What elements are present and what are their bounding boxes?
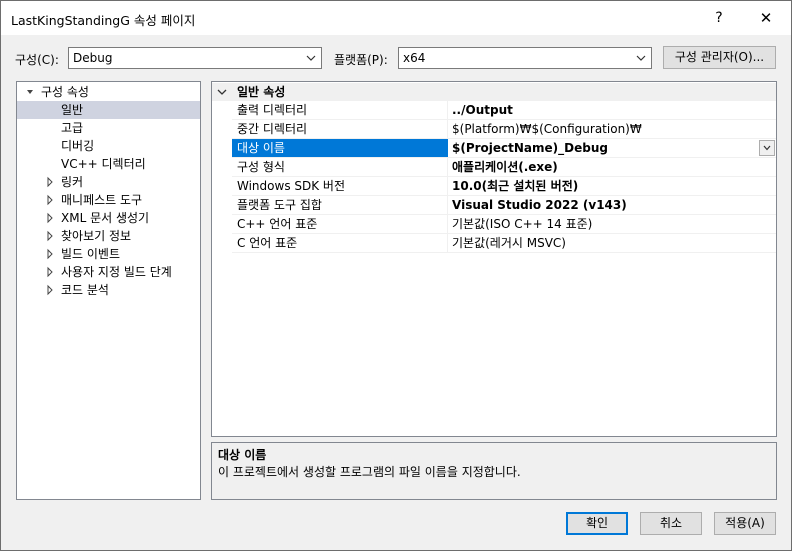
property-name: 플랫폼 도구 집합 <box>237 198 322 212</box>
tree-item-general[interactable]: 일반 <box>17 101 200 119</box>
config-combo[interactable]: Debug <box>68 47 322 69</box>
tree-item-xml-doc-generator[interactable]: XML 문서 생성기 <box>17 209 200 227</box>
window-title: LastKingStandingG 속성 페이지 <box>11 13 196 28</box>
grid-row-cpp-standard[interactable]: C++ 언어 표준 기본값(ISO C++ 14 표준) <box>232 215 776 234</box>
tree-item-label: 빌드 이벤트 <box>61 247 121 261</box>
grid-row-platform-toolset[interactable]: 플랫폼 도구 집합 Visual Studio 2022 (v143) <box>232 196 776 215</box>
tree-item-label: 일반 <box>61 103 84 117</box>
property-name: 출력 디렉터리 <box>237 103 308 117</box>
property-value: $(ProjectName)_Debug <box>452 141 608 155</box>
property-value: 기본값(레거시 MSVC) <box>452 236 566 250</box>
tree-item-label: XML 문서 생성기 <box>61 211 150 225</box>
tree-item-label: 디버깅 <box>61 139 95 153</box>
tree-item-label: 고급 <box>61 121 84 135</box>
description-title: 대상 이름 <box>218 448 267 462</box>
tree-root-config-properties[interactable]: 구성 속성 <box>17 83 200 101</box>
grid-category-label: 일반 속성 <box>237 85 286 99</box>
tree-item-label: 코드 분석 <box>61 283 109 297</box>
tree-item-label: 매니페스트 도구 <box>61 193 143 207</box>
grid-row-windows-sdk[interactable]: Windows SDK 버전 10.0(최근 설치된 버전) <box>232 177 776 196</box>
tree-item-advanced[interactable]: 고급 <box>17 119 200 137</box>
collapsed-triangle-icon[interactable] <box>45 281 55 299</box>
property-name: C 언어 표준 <box>237 236 298 250</box>
property-name: C++ 언어 표준 <box>237 217 318 231</box>
tree-item-label: 링커 <box>61 175 84 189</box>
column-divider <box>447 101 448 120</box>
column-divider <box>447 196 448 215</box>
property-value-editor[interactable]: $(ProjectName)_Debug <box>448 139 776 157</box>
tree-item-label: 찾아보기 정보 <box>61 229 132 243</box>
property-name: Windows SDK 버전 <box>237 179 346 193</box>
description-panel: 대상 이름 이 프로젝트에서 생성할 프로그램의 파일 이름을 지정합니다. <box>211 442 777 500</box>
platform-value: x64 <box>403 51 426 65</box>
description-text: 이 프로젝트에서 생성할 프로그램의 파일 이름을 지정합니다. <box>218 465 521 479</box>
expanded-triangle-icon[interactable] <box>25 83 35 101</box>
column-divider <box>447 234 448 253</box>
property-grid: 일반 속성 출력 디렉터리 ../Output 중간 디렉터리 $(Platfo… <box>211 81 777 437</box>
property-name: 중간 디렉터리 <box>237 122 308 136</box>
column-divider <box>447 177 448 196</box>
config-manager-button[interactable]: 구성 관리자(O)... <box>663 46 776 69</box>
collapsed-triangle-icon[interactable] <box>45 227 55 245</box>
property-name: 구성 형식 <box>237 160 285 174</box>
property-tree: 구성 속성 일반 고급 디버깅 VC++ 디렉터리 링커 매니페스트 도구 XM… <box>16 81 201 500</box>
tree-item-debugging[interactable]: 디버깅 <box>17 137 200 155</box>
tree-item-code-analysis[interactable]: 코드 분석 <box>17 281 200 299</box>
tree-item-label: VC++ 디렉터리 <box>61 157 146 171</box>
chevron-down-icon <box>763 145 771 151</box>
property-value: 기본값(ISO C++ 14 표준) <box>452 217 593 231</box>
grid-category-general[interactable]: 일반 속성 <box>212 83 776 101</box>
help-button[interactable]: ? <box>704 6 734 30</box>
cancel-button[interactable]: 취소 <box>640 512 702 535</box>
collapsed-triangle-icon[interactable] <box>45 209 55 227</box>
chevron-down-icon <box>306 55 316 61</box>
tree-item-manifest-tool[interactable]: 매니페스트 도구 <box>17 191 200 209</box>
property-pages-window: LastKingStandingG 속성 페이지 ? ✕ 구성(C): Debu… <box>0 0 792 551</box>
tree-root-label: 구성 속성 <box>41 85 89 99</box>
grid-row-intermediate-dir[interactable]: 중간 디렉터리 $(Platform)₩$(Configuration)₩ <box>232 120 776 139</box>
tree-item-build-events[interactable]: 빌드 이벤트 <box>17 245 200 263</box>
grid-row-output-dir[interactable]: 출력 디렉터리 ../Output <box>232 101 776 120</box>
config-label: 구성(C): <box>15 53 59 67</box>
chevron-down-icon[interactable] <box>217 87 227 97</box>
tree-item-label: 사용자 지정 빌드 단계 <box>61 265 172 279</box>
property-name: 대상 이름 <box>237 141 285 155</box>
column-divider <box>447 215 448 234</box>
title-bar: LastKingStandingG 속성 페이지 ? ✕ <box>1 1 791 35</box>
collapsed-triangle-icon[interactable] <box>45 173 55 191</box>
ok-button[interactable]: 확인 <box>566 512 628 535</box>
chevron-down-icon <box>636 55 646 61</box>
collapsed-triangle-icon[interactable] <box>45 245 55 263</box>
close-button[interactable]: ✕ <box>751 6 781 30</box>
platform-label: 플랫폼(P): <box>334 53 388 67</box>
column-divider <box>447 120 448 139</box>
property-value: $(Platform)₩$(Configuration)₩ <box>452 122 642 136</box>
collapsed-triangle-icon[interactable] <box>45 191 55 209</box>
grid-row-c-standard[interactable]: C 언어 표준 기본값(레거시 MSVC) <box>232 234 776 253</box>
platform-combo[interactable]: x64 <box>398 47 652 69</box>
apply-button[interactable]: 적용(A) <box>714 512 776 535</box>
property-value: Visual Studio 2022 (v143) <box>452 198 627 212</box>
tree-item-linker[interactable]: 링커 <box>17 173 200 191</box>
grid-row-config-type[interactable]: 구성 형식 애플리케이션(.exe) <box>232 158 776 177</box>
property-value: 애플리케이션(.exe) <box>452 160 558 174</box>
collapsed-triangle-icon[interactable] <box>45 263 55 281</box>
tree-item-vc-directories[interactable]: VC++ 디렉터리 <box>17 155 200 173</box>
config-value: Debug <box>73 51 113 65</box>
property-value: ../Output <box>452 103 513 117</box>
column-divider <box>447 158 448 177</box>
value-dropdown-button[interactable] <box>759 140 775 156</box>
grid-row-target-name[interactable]: 대상 이름 $(ProjectName)_Debug <box>232 139 776 158</box>
property-value: 10.0(최근 설치된 버전) <box>452 179 579 193</box>
tree-item-custom-build-step[interactable]: 사용자 지정 빌드 단계 <box>17 263 200 281</box>
tree-item-browse-info[interactable]: 찾아보기 정보 <box>17 227 200 245</box>
